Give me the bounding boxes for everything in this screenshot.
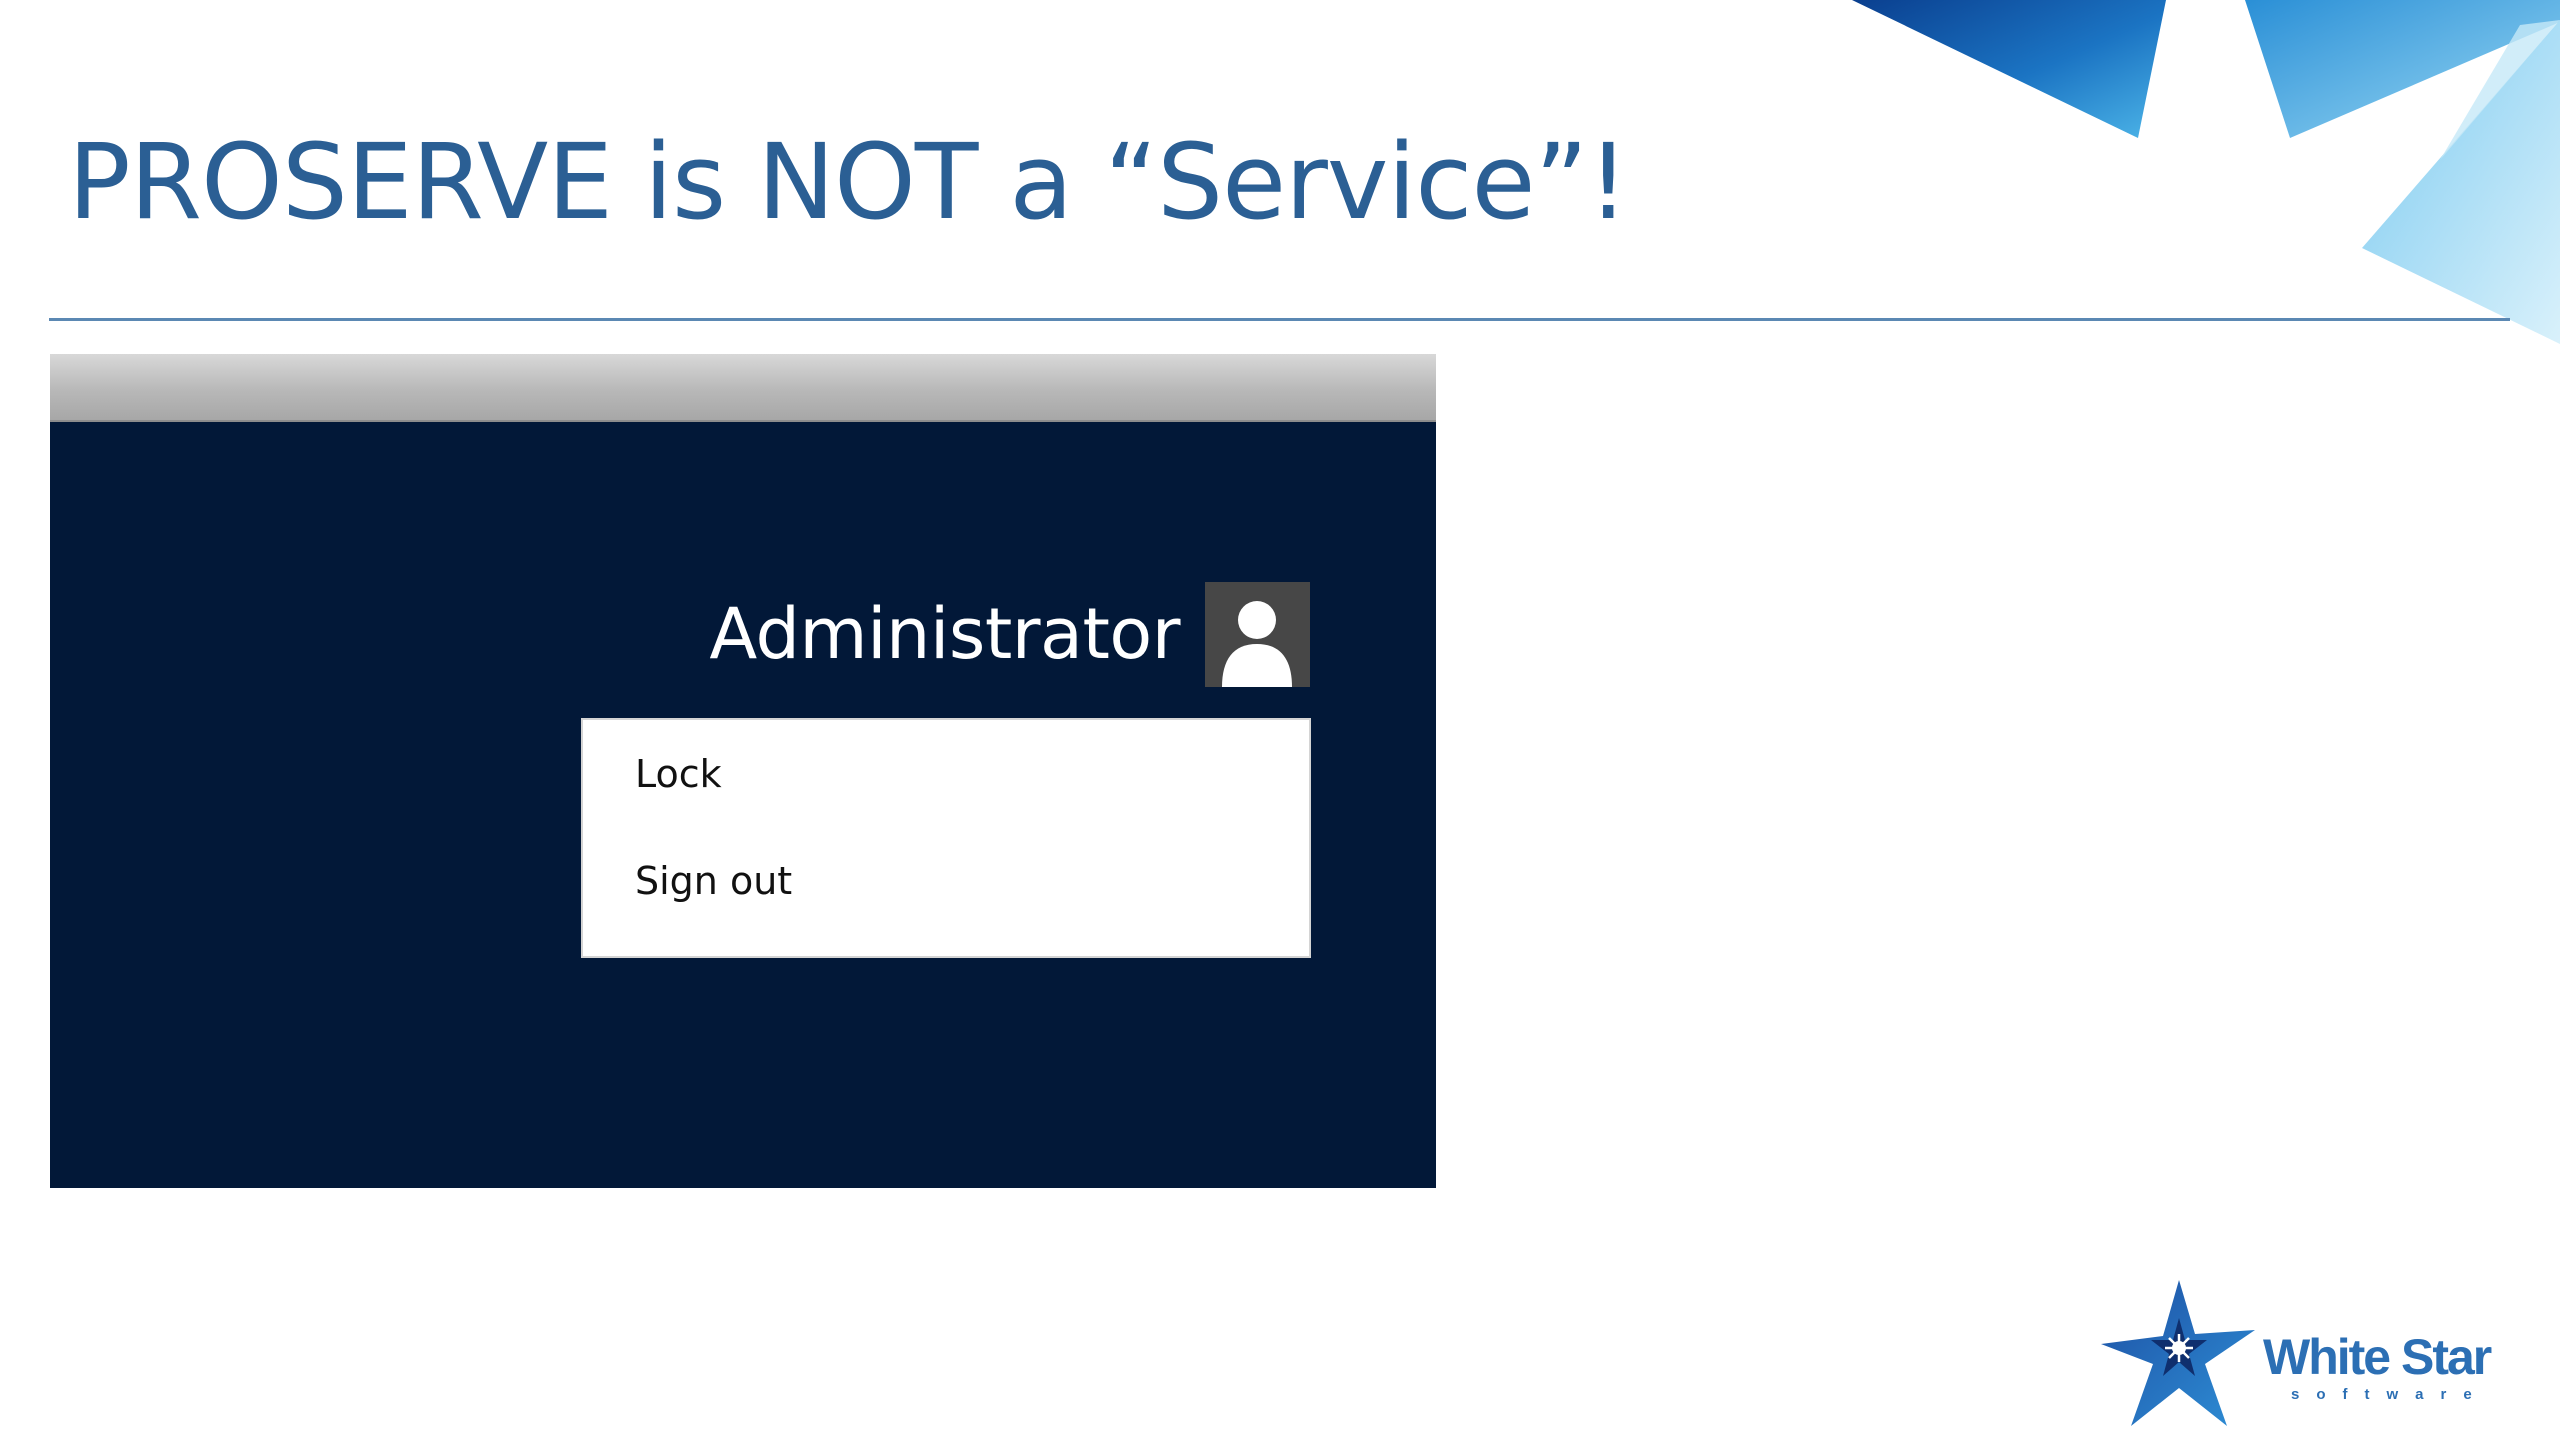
title-divider — [49, 318, 2510, 321]
embedded-screenshot: Administrator Lock Sign out — [50, 354, 1436, 1188]
page-title: PROSERVE is NOT a “Service”! — [68, 121, 1629, 243]
corner-shard — [2362, 20, 2560, 344]
brand-logo: White Star software — [2095, 1278, 2525, 1438]
sign-out-menu-item[interactable]: Sign out — [635, 841, 1255, 921]
corner-shard — [1852, 0, 2166, 138]
user-menu: Lock Sign out — [581, 718, 1311, 958]
brand-name: White Star — [2263, 1329, 2492, 1385]
user-name[interactable]: Administrator — [709, 592, 1180, 676]
white-star-logo-icon — [2101, 1280, 2255, 1426]
user-avatar-icon[interactable] — [1205, 582, 1310, 687]
screenshot-top-bar — [50, 354, 1436, 422]
lock-menu-item[interactable]: Lock — [635, 734, 1255, 814]
slide: PROSERVE is NOT a “Service”! Administrat… — [0, 0, 2560, 1440]
brand-subtitle: software — [2291, 1386, 2489, 1403]
corner-shard — [2440, 20, 2560, 160]
corner-shard — [2245, 0, 2560, 138]
